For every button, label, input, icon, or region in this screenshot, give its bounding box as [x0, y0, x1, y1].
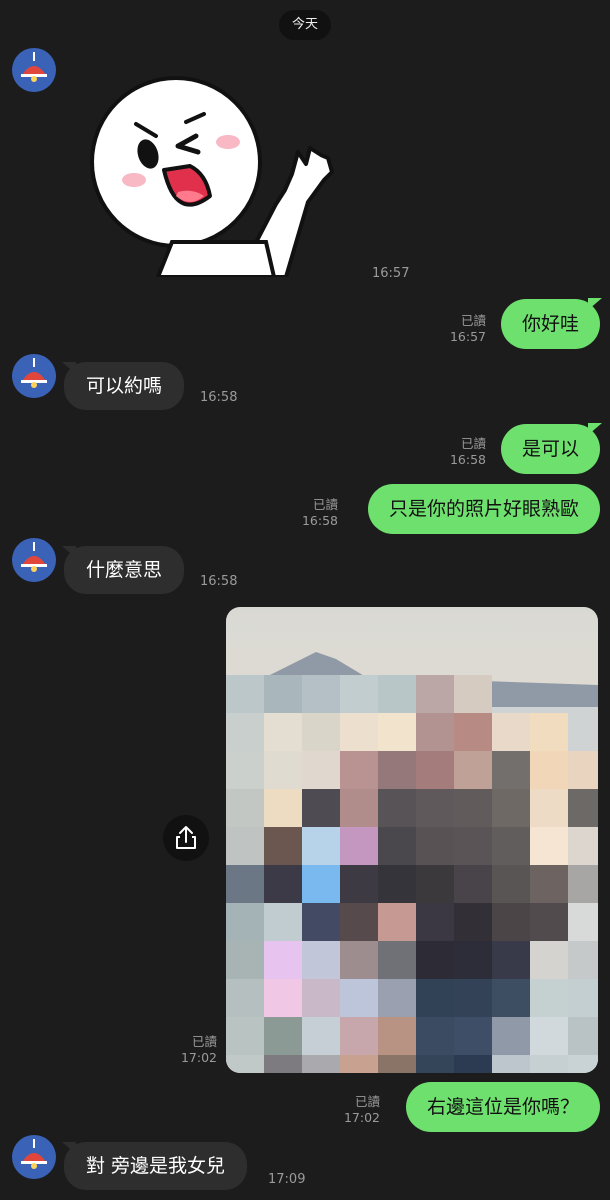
contact-avatar[interactable]: [12, 354, 56, 398]
outgoing-message-bubble[interactable]: 右邊這位是你嗎？: [405, 1082, 600, 1132]
outgoing-message-bubble[interactable]: 你好哇: [500, 299, 600, 349]
message-time: 16:58: [200, 574, 238, 589]
read-receipt: 已讀: [354, 1094, 380, 1109]
message-time: 17:09: [268, 1172, 306, 1187]
share-button[interactable]: [163, 815, 209, 861]
contact-avatar[interactable]: [12, 538, 56, 582]
incoming-message-bubble[interactable]: 什麼意思: [64, 546, 185, 594]
message-time: 16:58: [301, 513, 338, 528]
message-meta: 已讀 16:57: [450, 313, 486, 345]
share-icon: [176, 826, 196, 849]
message-meta: 已讀 16:58: [302, 497, 338, 529]
read-receipt: 已讀: [191, 1034, 217, 1049]
message-time: 17:02: [180, 1050, 217, 1065]
read-receipt: 已讀: [312, 497, 338, 512]
message-meta: 已讀 17:02: [181, 1034, 217, 1066]
message-time: 16:57: [449, 329, 486, 344]
message-time: 16:58: [449, 452, 486, 467]
pixelated-photo: [226, 607, 598, 1073]
incoming-message-bubble[interactable]: 對 旁邊是我女兒: [64, 1142, 248, 1190]
date-divider: 今天: [279, 10, 331, 40]
contact-avatar[interactable]: [12, 48, 56, 92]
message-time: 16:58: [200, 390, 238, 405]
red-lamp-icon: [21, 1139, 47, 1169]
shared-photo[interactable]: [226, 607, 598, 1073]
incoming-message-bubble[interactable]: 可以約嗎: [64, 362, 185, 410]
outgoing-message-bubble[interactable]: 是可以: [500, 424, 600, 474]
message-meta: 已讀 16:58: [450, 436, 486, 468]
red-lamp-icon: [21, 358, 47, 388]
message-time: 17:02: [343, 1110, 380, 1125]
sticker-image[interactable]: [88, 72, 338, 277]
message-meta: 已讀 17:02: [344, 1094, 380, 1126]
red-lamp-icon: [21, 52, 47, 82]
contact-avatar[interactable]: [12, 1135, 56, 1179]
outgoing-message-bubble[interactable]: 只是你的照片好眼熟歐: [367, 484, 600, 534]
read-receipt: 已讀: [460, 313, 486, 328]
read-receipt: 已讀: [460, 436, 486, 451]
red-lamp-icon: [21, 542, 47, 572]
message-time: 16:57: [372, 266, 410, 281]
